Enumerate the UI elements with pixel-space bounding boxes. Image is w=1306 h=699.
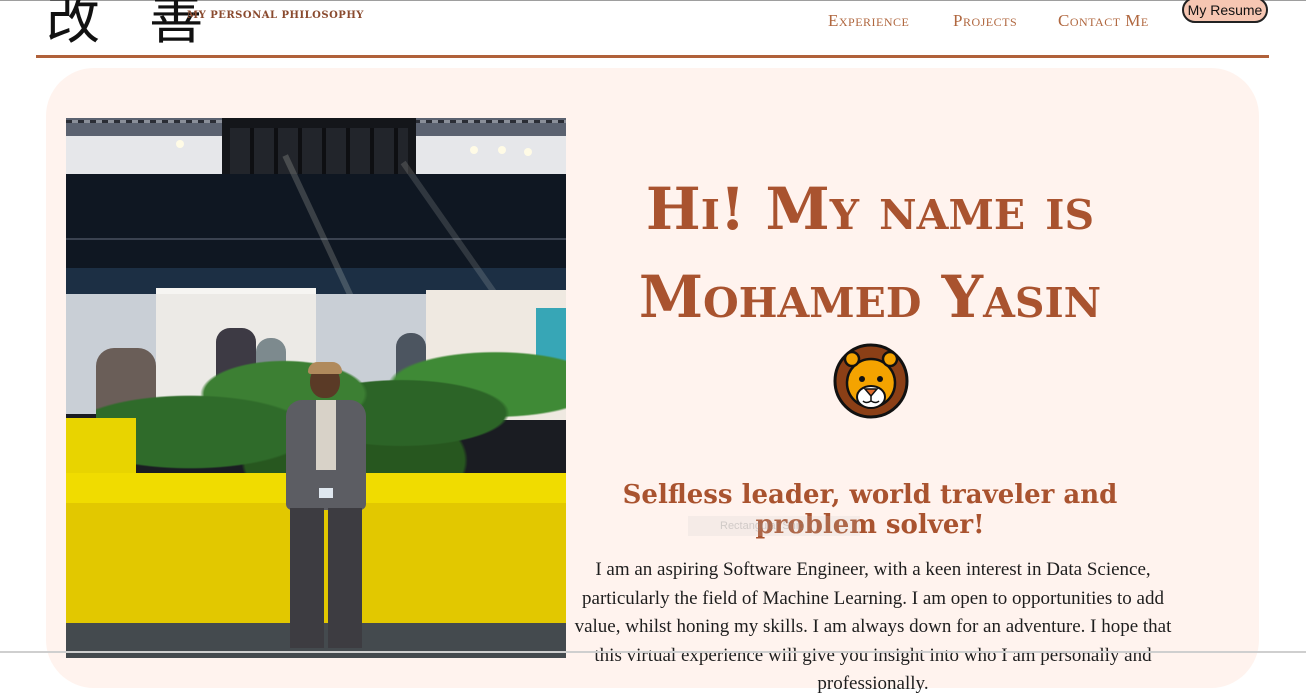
hero-tagline: Selfless leader, world traveler and prob…: [622, 480, 1118, 540]
hero-title: Hi! My name is Mohamed Yasin: [570, 165, 1170, 341]
hero-title-line1: Hi! My name is: [645, 175, 1095, 243]
nav-projects-link[interactable]: Projects: [953, 11, 1017, 31]
lion-emoji-icon: [833, 343, 909, 419]
hero-bio: I am an aspiring Software Engineer, with…: [574, 559, 1172, 694]
logo-kanji[interactable]: 改 善: [46, 0, 219, 50]
nav-contact-link[interactable]: Contact Me: [1058, 11, 1149, 31]
snip-tooltip-overlay: Rectangular Snip: [688, 516, 860, 536]
resume-button[interactable]: My Resume: [1182, 0, 1268, 23]
hero-title-line2: Mohamed Yasin: [638, 263, 1102, 331]
header-divider: [36, 55, 1269, 58]
logo-subtitle: MY PERSONAL PHILOSOPHY: [187, 10, 364, 21]
profile-photo: [66, 118, 566, 658]
nav-experience-link[interactable]: Experience: [828, 11, 909, 31]
